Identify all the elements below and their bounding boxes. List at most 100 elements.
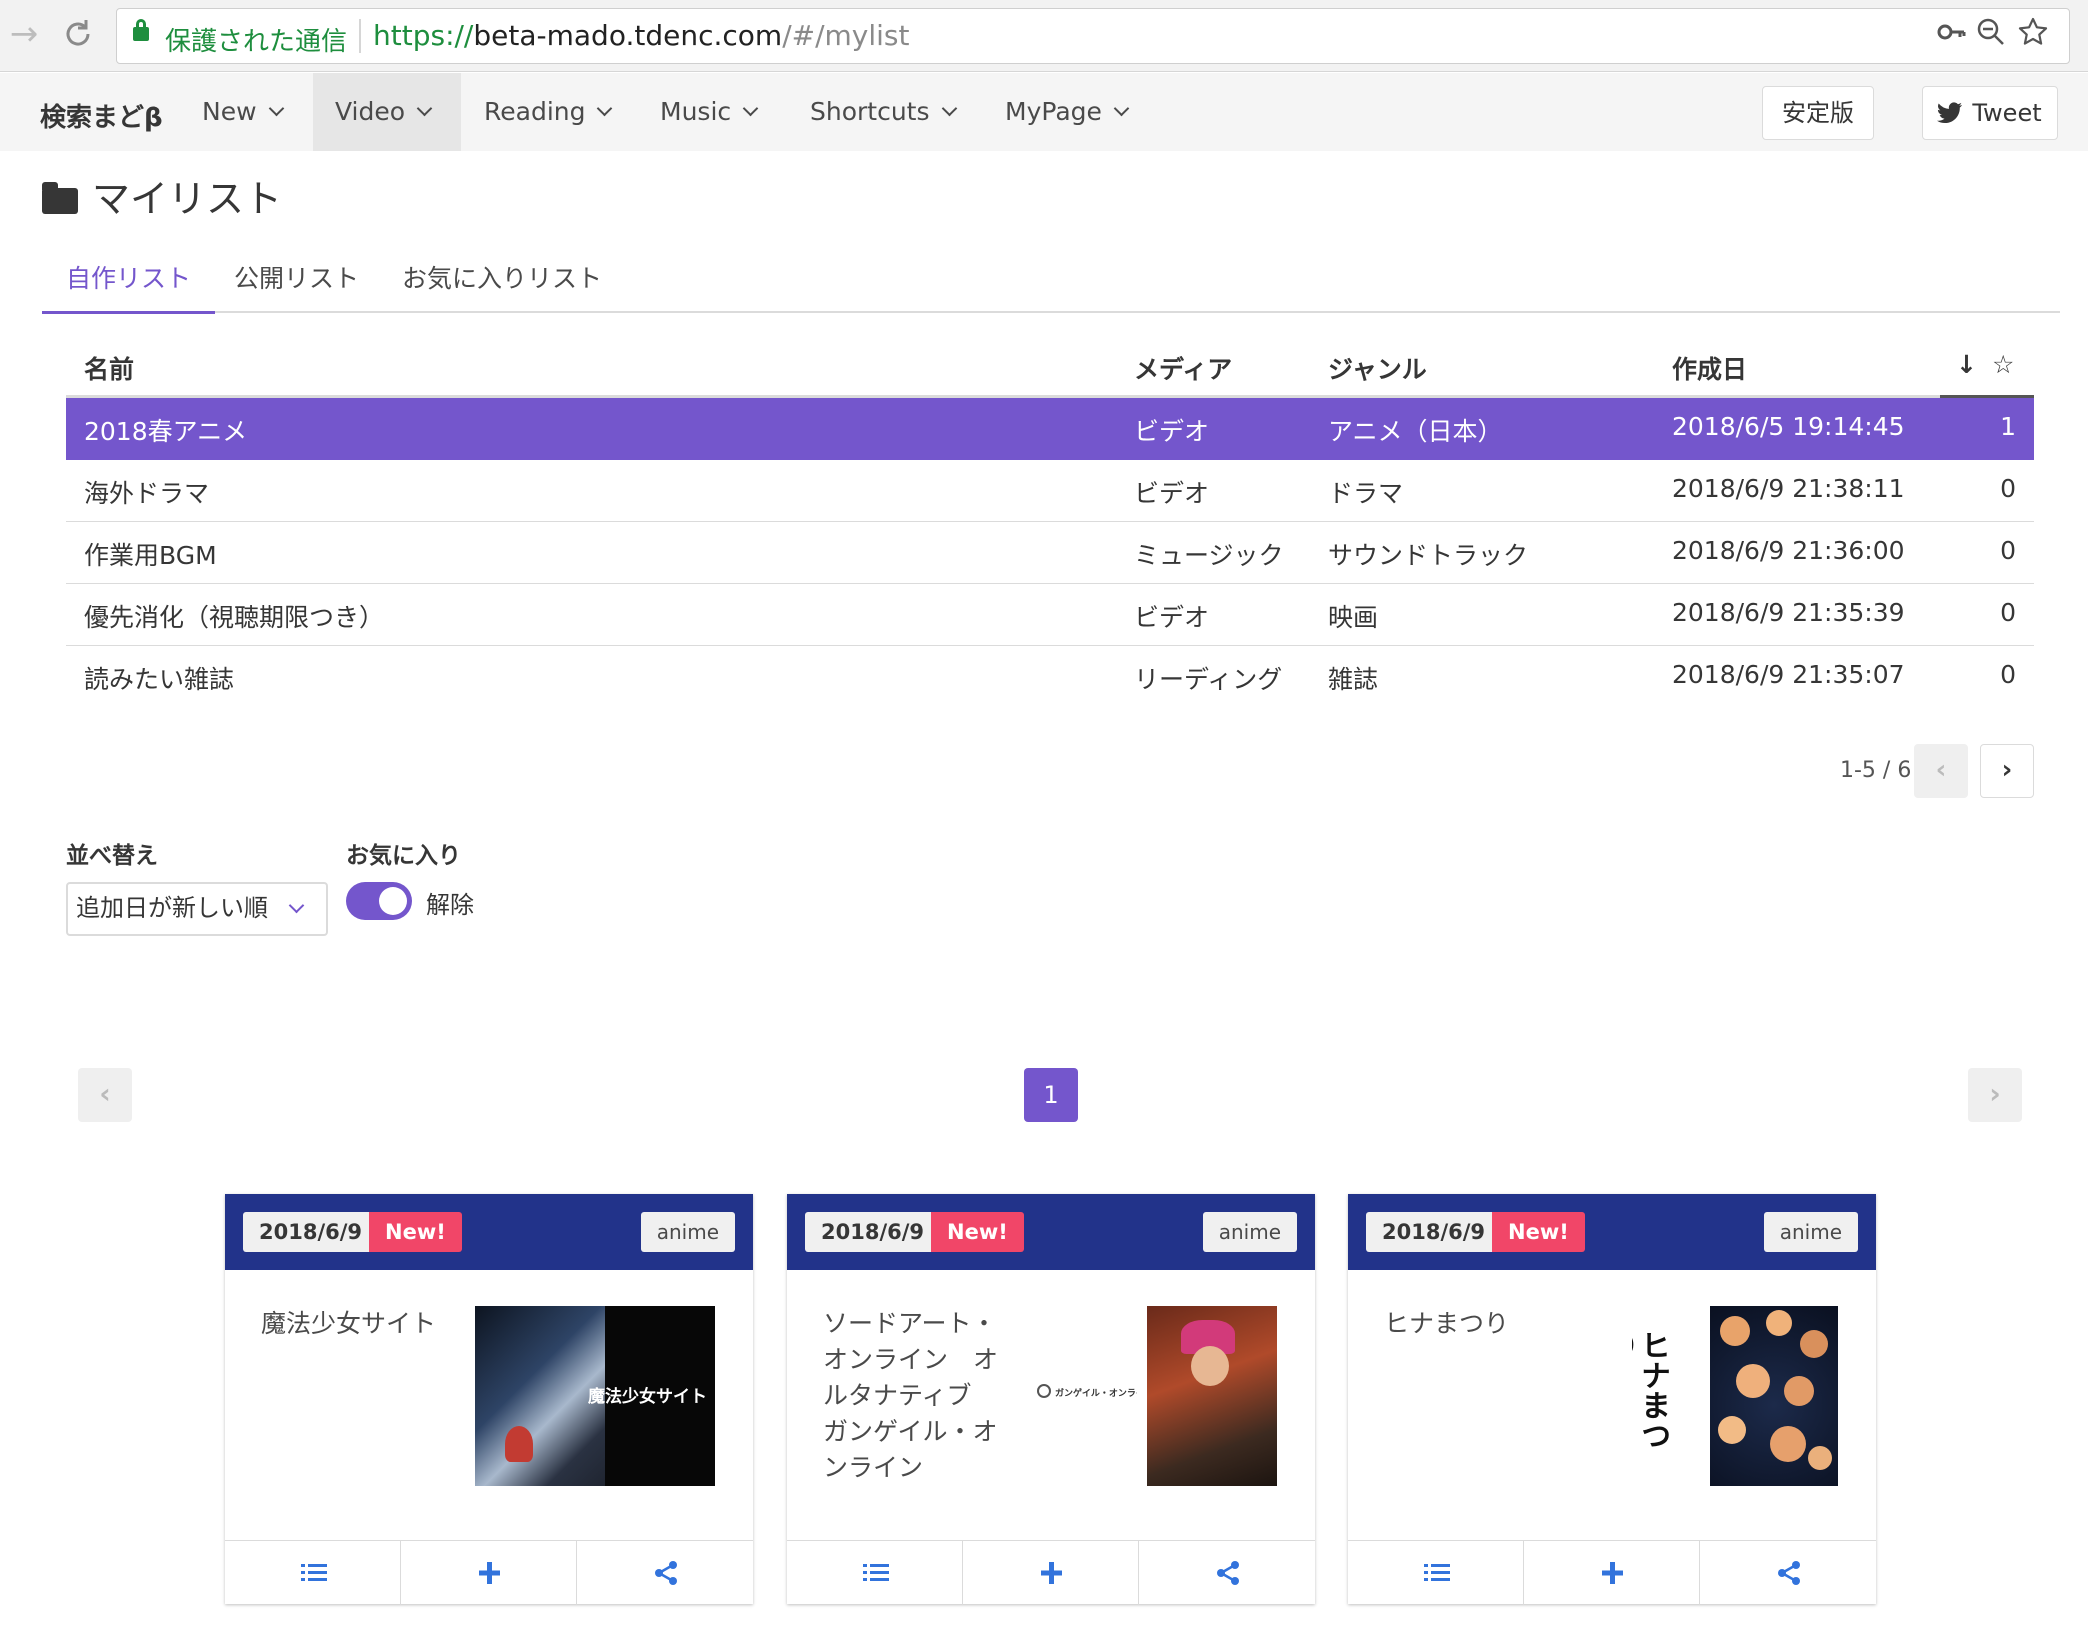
- menu-shortcuts-label: Shortcuts: [810, 97, 930, 126]
- card-logo-image: ヒナまつり: [1632, 1330, 1672, 1460]
- menu-shortcuts[interactable]: Shortcuts: [788, 73, 977, 151]
- menu-mypage[interactable]: MyPage: [983, 73, 1149, 151]
- header-media[interactable]: メディア: [1134, 350, 1232, 386]
- card-thumbnail[interactable]: [1147, 1306, 1277, 1486]
- menu-video[interactable]: Video: [313, 73, 461, 151]
- sort-label: 並べ替え: [66, 843, 158, 869]
- row-genre: アニメ（日本）: [1328, 417, 1503, 446]
- row-genre: 雑誌: [1328, 665, 1379, 694]
- cards-next-button[interactable]: ›: [1968, 1068, 2022, 1122]
- lock-icon: [133, 19, 149, 41]
- card-thumbnail[interactable]: 魔法少女サイト: [475, 1306, 715, 1486]
- card-actions: [787, 1540, 1315, 1605]
- card-category-tag[interactable]: anime: [640, 1212, 735, 1252]
- card-date-tag: 2018/6/9: [243, 1212, 379, 1252]
- cards-page-1-button[interactable]: 1: [1024, 1068, 1078, 1122]
- chevron-down-icon: [597, 100, 613, 117]
- table-row[interactable]: 海外ドラマ ビデオ ドラマ 2018/6/9 21:38:11 0: [66, 460, 2034, 522]
- row-name: 読みたい雑誌: [84, 665, 235, 694]
- video-card: 2018/6/9 New! anime 魔法少女サイト 魔法少女サイト: [225, 1194, 753, 1605]
- add-to-list-button[interactable]: [401, 1541, 577, 1605]
- tab-public-lists[interactable]: 公開リスト: [210, 255, 383, 313]
- favorite-toggle[interactable]: [346, 882, 412, 920]
- card-title[interactable]: ソードアート・オンライン オルタナティブ ガンゲイル・オンライン: [823, 1306, 1003, 1486]
- sort-arrow-icon[interactable]: ↓: [1956, 350, 1977, 379]
- card-actions: [225, 1540, 753, 1605]
- chevron-down-icon: [416, 100, 433, 117]
- row-stars: 1: [2000, 412, 2016, 441]
- favorite-toggle-label: 解除: [426, 891, 474, 919]
- video-card: 2018/6/9 New! anime ヒナまつり ヒナまつり: [1348, 1194, 1876, 1605]
- menu-new[interactable]: New: [180, 73, 304, 151]
- card-category-tag[interactable]: anime: [1763, 1212, 1858, 1252]
- table-prev-button[interactable]: ‹: [1914, 744, 1968, 798]
- tab-own-lists[interactable]: 自作リスト: [42, 255, 216, 314]
- card-header: 2018/6/9 New! anime: [787, 1194, 1315, 1270]
- row-created: 2018/6/9 21:36:00: [1672, 536, 1905, 565]
- card-title[interactable]: ヒナまつり: [1384, 1306, 1564, 1342]
- header-name[interactable]: 名前: [84, 350, 134, 386]
- share-button[interactable]: [1700, 1541, 1876, 1605]
- share-button[interactable]: [1139, 1541, 1315, 1605]
- chevron-down-icon: [941, 100, 957, 117]
- row-genre: ドラマ: [1328, 479, 1404, 508]
- url-text[interactable]: https://beta-mado.tdenc.com/#/mylist: [373, 19, 910, 52]
- add-to-list-button[interactable]: [963, 1541, 1139, 1605]
- row-created: 2018/6/9 21:38:11: [1672, 474, 1905, 503]
- sort-select[interactable]: 追加日が新しい順: [66, 882, 328, 936]
- chevron-down-icon: [742, 100, 759, 117]
- list-view-button[interactable]: [225, 1541, 401, 1605]
- brand-logo[interactable]: 検索まどβ: [40, 97, 163, 134]
- star-header-icon[interactable]: ☆: [1992, 350, 2014, 379]
- address-bar[interactable]: 保護された通信 https://beta-mado.tdenc.com/#/my…: [116, 8, 2070, 64]
- table-next-button[interactable]: ›: [1980, 744, 2034, 798]
- card-thumbnail[interactable]: [1710, 1306, 1838, 1486]
- table-row[interactable]: 2018春アニメ ビデオ アニメ（日本） 2018/6/5 19:14:45 1: [66, 398, 2034, 460]
- tweet-label: Tweet: [1972, 99, 2042, 127]
- table-row[interactable]: 優先消化（視聴期限つき） ビデオ 映画 2018/6/9 21:35:39 0: [66, 584, 2034, 646]
- menu-music-label: Music: [660, 97, 732, 126]
- card-logo-image: ガンゲイル・オンライン: [1037, 1354, 1137, 1434]
- header-created[interactable]: 作成日: [1672, 350, 1747, 386]
- logo-text: ヒナまつり: [1632, 1330, 1670, 1450]
- menu-music[interactable]: Music: [638, 73, 778, 151]
- row-genre: 映画: [1328, 603, 1379, 632]
- cards-prev-button[interactable]: ‹: [78, 1068, 132, 1122]
- card-title[interactable]: 魔法少女サイト: [261, 1306, 441, 1342]
- list-view-button[interactable]: [787, 1541, 963, 1605]
- chevron-down-icon: [288, 897, 305, 914]
- menu-reading[interactable]: Reading: [462, 73, 632, 151]
- star-icon[interactable]: [2015, 17, 2051, 57]
- share-button[interactable]: [577, 1541, 753, 1605]
- header-genre[interactable]: ジャンル: [1328, 350, 1427, 386]
- video-card: 2018/6/9 New! anime ソードアート・オンライン オルタナティブ…: [787, 1194, 1315, 1605]
- row-stars: 0: [2000, 598, 2016, 627]
- table-row[interactable]: 作業用BGM ミュージック サウンドトラック 2018/6/9 21:36:00…: [66, 522, 2034, 584]
- tweet-button[interactable]: Tweet: [1922, 86, 2058, 140]
- share-icon: [1778, 1561, 1800, 1585]
- add-to-list-button[interactable]: [1524, 1541, 1700, 1605]
- row-name: 海外ドラマ: [84, 479, 210, 508]
- row-media: リーディング: [1134, 665, 1283, 694]
- card-header: 2018/6/9 New! anime: [225, 1194, 753, 1270]
- secure-connection-label: 保護された通信: [165, 27, 348, 57]
- stable-version-button[interactable]: 安定版: [1762, 86, 1874, 140]
- row-stars: 0: [2000, 536, 2016, 565]
- row-media: ミュージック: [1134, 541, 1284, 570]
- card-new-badge: New!: [369, 1212, 462, 1252]
- list-view-button[interactable]: [1348, 1541, 1524, 1605]
- mylist-tabs: 自作リスト 公開リスト お気に入りリスト: [42, 255, 2060, 314]
- table-row[interactable]: 読みたい雑誌 リーディング 雑誌 2018/6/9 21:35:07 0: [66, 646, 2034, 708]
- address-divider: [359, 19, 361, 53]
- back-arrow-icon[interactable]: →: [4, 14, 44, 54]
- share-icon: [1217, 1561, 1239, 1585]
- row-name: 優先消化（視聴期限つき）: [84, 603, 385, 632]
- table-pagination-info: 1-5 / 6: [1840, 758, 1912, 783]
- zoom-out-icon[interactable]: [1973, 17, 2009, 57]
- tab-favorite-lists[interactable]: お気に入りリスト: [378, 255, 626, 313]
- chevron-down-icon: [268, 100, 284, 117]
- reload-icon[interactable]: [58, 14, 98, 54]
- row-media: ビデオ: [1134, 479, 1210, 508]
- key-icon[interactable]: [1933, 17, 1969, 57]
- card-category-tag[interactable]: anime: [1202, 1212, 1297, 1252]
